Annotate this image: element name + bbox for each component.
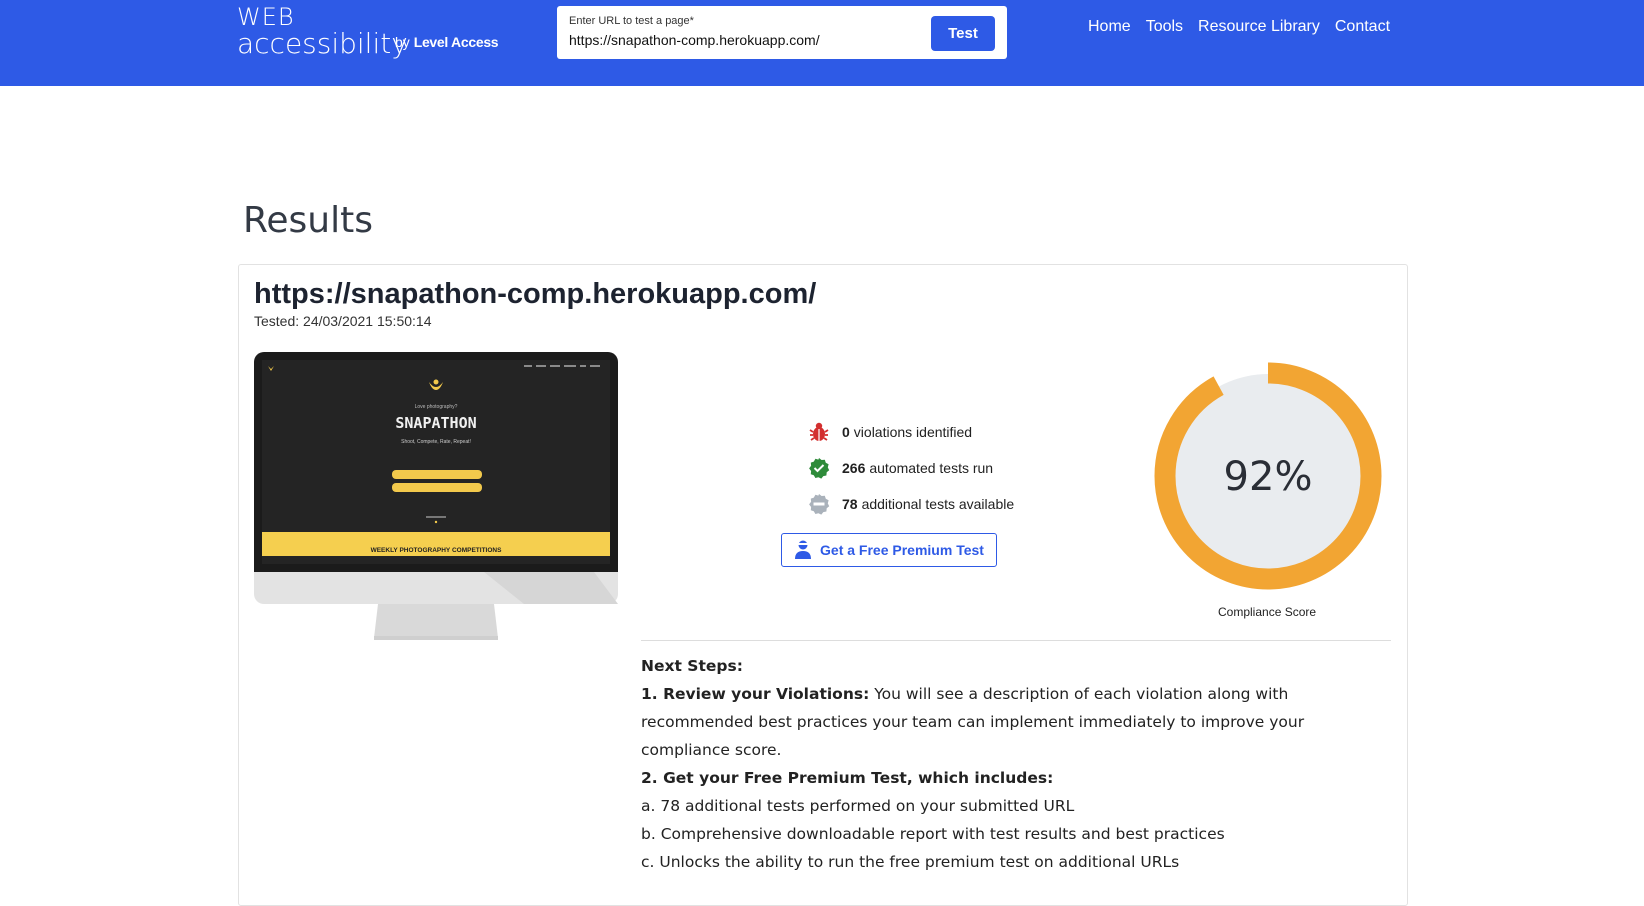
step2-title: 2. Get your Free Premium Test, which inc… <box>641 769 1054 787</box>
check-badge-icon <box>808 457 830 479</box>
nav-contact[interactable]: Contact <box>1335 18 1390 36</box>
stats-list: 0 violations identified 266 automated te… <box>808 414 1014 522</box>
additional-tests-count: 78 <box>842 496 858 512</box>
violations-count: 0 <box>842 424 850 440</box>
next-steps-heading: Next Steps: <box>641 657 743 675</box>
url-input[interactable] <box>569 32 909 48</box>
free-premium-test-button[interactable]: Get a Free Premium Test <box>781 533 997 567</box>
step1-title: 1. Review your Violations: <box>641 685 870 703</box>
compliance-score-gauge: 92% <box>1154 362 1382 590</box>
test-button[interactable]: Test <box>931 16 995 51</box>
site-logo[interactable]: WEB accessibility by Level Access <box>237 4 499 60</box>
step2-item: a. 78 additional tests performed on your… <box>641 797 1075 815</box>
url-test-form: Enter URL to test a page* Test <box>557 6 1007 59</box>
page-title: Results <box>243 200 373 241</box>
automated-tests-text: automated tests run <box>869 460 994 476</box>
nav-home[interactable]: Home <box>1088 18 1131 36</box>
bug-icon <box>808 421 830 443</box>
site-preview-monitor: Love photography? SNAPATHON Shoot, Compe… <box>254 352 618 644</box>
section-divider <box>641 640 1391 641</box>
premium-button-label: Get a Free Premium Test <box>820 542 984 558</box>
logo-by: by <box>395 34 410 50</box>
preview-banner: WEEKLY PHOTOGRAPHY COMPETITIONS <box>371 547 503 554</box>
minus-badge-icon <box>808 493 830 515</box>
preview-subtitle: Shoot, Compete, Rate, Repeat! <box>401 439 471 445</box>
main-nav: Home Tools Resource Library Contact <box>1088 18 1405 36</box>
preview-brand: SNAPATHON <box>395 414 476 432</box>
user-icon <box>794 540 812 560</box>
preview-tagline: Love photography? <box>415 404 458 410</box>
compliance-score-value: 92% <box>1224 454 1313 500</box>
stat-additional-tests: 78 additional tests available <box>808 486 1014 522</box>
tested-timestamp: Tested: 24/03/2021 15:50:14 <box>254 313 432 329</box>
logo-accessibility-text: accessibility <box>237 27 408 60</box>
next-steps: Next Steps: 1. Review your Violations: Y… <box>641 652 1361 876</box>
nav-resource-library[interactable]: Resource Library <box>1198 18 1320 36</box>
nav-tools[interactable]: Tools <box>1146 18 1183 36</box>
stat-violations: 0 violations identified <box>808 414 1014 450</box>
url-input-label: Enter URL to test a page* <box>569 15 694 27</box>
logo-byline: by Level Access <box>395 34 499 50</box>
stat-automated-tests: 266 automated tests run <box>808 450 1014 486</box>
tested-url: https://snapathon-comp.herokuapp.com/ <box>254 278 817 310</box>
violations-text: violations identified <box>853 424 973 440</box>
logo-brand: Level Access <box>413 34 499 50</box>
step2-item: b. Comprehensive downloadable report wit… <box>641 825 1225 843</box>
step2-item: c. Unlocks the ability to run the free p… <box>641 853 1180 871</box>
automated-tests-count: 266 <box>842 460 866 476</box>
additional-tests-text: additional tests available <box>861 496 1015 512</box>
top-bar: WEB accessibility by Level Access Enter … <box>0 0 1644 86</box>
compliance-score-label: Compliance Score <box>1218 605 1317 619</box>
